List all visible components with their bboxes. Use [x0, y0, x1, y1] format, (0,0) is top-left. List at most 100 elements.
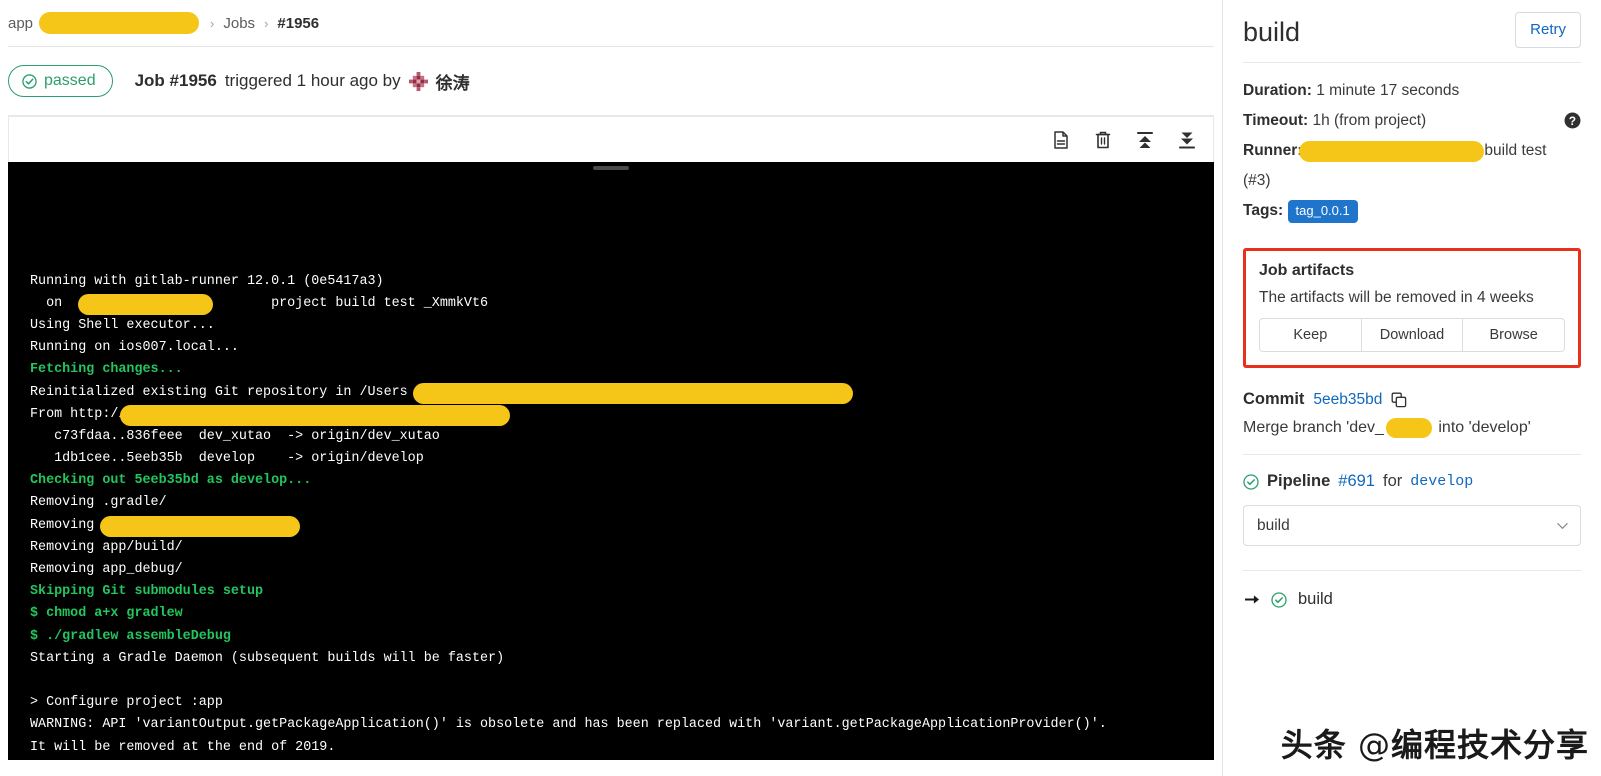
log-line: From http:// [30, 404, 1214, 426]
log-line: c73fdaa..836feee dev_xutao -> origin/dev… [30, 428, 440, 444]
copy-icon[interactable] [1391, 392, 1407, 408]
runner-row: Runner: build test [1243, 136, 1581, 166]
sidebar-job-name: build [1243, 17, 1301, 47]
trash-icon[interactable] [1093, 130, 1113, 150]
breadcrumb-separator-icon: › [210, 15, 215, 31]
stage-job-item[interactable]: build [1243, 571, 1581, 628]
duration-label: Duration: [1243, 82, 1312, 100]
keep-artifacts-button[interactable]: Keep [1259, 318, 1362, 353]
log-line: Removing app_debug/ [30, 562, 183, 578]
redacted-runner-name [1299, 140, 1485, 162]
commit-message-prefix: Merge branch 'dev_ [1243, 419, 1384, 437]
tags-row: Tags: tag_0.0.1 [1243, 196, 1581, 226]
tag-badge[interactable]: tag_0.0.1 [1287, 199, 1358, 223]
redacted-log-text [78, 293, 213, 315]
log-line: Running with gitlab-runner 12.0.1 (0e541… [30, 273, 384, 289]
artifacts-expiry-note: The artifacts will be removed in 4 weeks [1259, 289, 1534, 307]
pipeline-status-check-icon [1243, 474, 1259, 490]
redacted-log-text [413, 382, 853, 404]
pipeline-id-link[interactable]: #691 [1338, 472, 1375, 491]
log-line: Removing app/build/ [30, 539, 183, 555]
watermark-handle: 编程技术分享 [1390, 726, 1589, 764]
log-line: 1db1cee..5eeb35b develop -> origin/devel… [30, 451, 424, 467]
download-artifacts-button[interactable]: Download [1361, 318, 1464, 353]
commit-message: Merge branch 'dev_ into 'develop' [1243, 418, 1581, 439]
redacted-project-name [39, 12, 200, 34]
breadcrumb-root[interactable]: app [8, 15, 33, 32]
breadcrumb: app › Jobs › #1956 [0, 0, 1222, 46]
pipeline-block: Pipeline #691 for develop build [1243, 455, 1581, 547]
commit-label: Commit [1243, 390, 1305, 409]
commit-row: Commit 5eeb35bd [1243, 390, 1581, 409]
stage-job-list: build [1243, 571, 1581, 628]
job-header: passed Job #1956 triggered 1 hour ago by [0, 47, 1222, 115]
log-line: Skipping Git submodules setup [30, 584, 264, 600]
job-artifacts-panel: Job artifacts The artifacts will be remo… [1243, 248, 1581, 369]
commit-sha-link[interactable]: 5eeb35bd [1313, 391, 1382, 409]
redacted-branch-name [1385, 418, 1432, 439]
pipeline-label: Pipeline [1267, 472, 1331, 491]
log-line: Reinitialized existing Git repository in… [30, 382, 1214, 404]
log-line: Starting a Gradle Daemon (subsequent bui… [30, 650, 505, 666]
log-line: $ ./gradlew assembleDebug [30, 628, 231, 644]
log-line: WARNING: API 'variantOutput.getPackageAp… [30, 717, 1107, 733]
runner-id-row: (#3) [1243, 166, 1581, 196]
raw-log-icon[interactable] [1051, 130, 1071, 150]
status-badge: passed [8, 65, 113, 97]
svg-text:?: ? [1569, 115, 1576, 128]
watermark-brand: 头条 [1280, 726, 1347, 764]
avatar[interactable] [408, 71, 428, 91]
status-badge-label: passed [44, 72, 96, 89]
main-content: app › Jobs › #1956 passed Job #1956 trig… [0, 0, 1222, 776]
tags-label: Tags: [1243, 202, 1284, 220]
artifacts-button-group: Keep Download Browse [1259, 318, 1566, 353]
log-toolbar [8, 116, 1214, 162]
sidebar-meta: Duration: 1 minute 17 seconds Timeout: 1… [1243, 63, 1581, 234]
timeout-value: 1h (from project) [1312, 112, 1427, 130]
stage-job-name: build [1298, 590, 1333, 609]
pipeline-branch-link[interactable]: develop [1410, 473, 1473, 490]
log-line: > Configure project :app [30, 695, 223, 711]
timeout-row: Timeout: 1h (from project) ? [1243, 106, 1581, 136]
browse-artifacts-button[interactable]: Browse [1463, 318, 1566, 353]
commit-message-suffix: into 'develop' [1433, 419, 1531, 437]
timeout-label: Timeout: [1243, 112, 1309, 130]
log-line: Removing .gradle/ [30, 495, 167, 511]
job-title-meta: triggered 1 hour ago by [224, 71, 401, 90]
log-line: Fetching changes... [30, 362, 183, 378]
stage-select[interactable]: build [1243, 505, 1581, 547]
log-line: It will be removed at the end of 2019. [30, 739, 336, 755]
pipeline-row: Pipeline #691 for develop [1243, 472, 1581, 491]
arrow-right-icon [1245, 595, 1259, 605]
redacted-log-text [100, 515, 300, 537]
job-page: app › Jobs › #1956 passed Job #1956 trig… [0, 0, 1601, 776]
log-line: Using Shell executor... [30, 317, 215, 333]
check-circle-icon [22, 73, 37, 89]
job-log-lines: Running with gitlab-runner 12.0.1 (0e541… [30, 271, 1214, 760]
commit-block: Commit 5eeb35bd Merge branch 'dev_ into … [1243, 368, 1581, 454]
runner-value: build test [1484, 142, 1547, 160]
scroll-to-bottom-icon[interactable] [1177, 130, 1197, 150]
scroll-to-top-icon[interactable] [1135, 130, 1155, 150]
artifacts-title: Job artifacts [1259, 262, 1355, 280]
runner-label: Runner: [1243, 142, 1303, 160]
watermark-at: @ [1346, 726, 1391, 764]
log-line: Checking out 5eeb35bd as develop... [30, 473, 312, 489]
breadcrumb-job-id[interactable]: #1956 [277, 15, 319, 32]
breadcrumb-jobs[interactable]: Jobs [223, 15, 255, 32]
retry-button[interactable]: Retry [1515, 12, 1581, 48]
terminal-scrollbar[interactable] [593, 166, 629, 170]
log-line: $ chmod a+x gradlew [30, 606, 183, 622]
job-log-terminal[interactable]: Running with gitlab-runner 12.0.1 (0e541… [8, 162, 1214, 760]
sidebar-header: build Retry [1243, 0, 1581, 62]
job-title: Job #1956 triggered 1 hour ago by 徐涛 [135, 69, 470, 94]
log-line: Running on ios007.local... [30, 340, 239, 356]
log-line: Removing d/ [30, 515, 1214, 537]
duration-value: 1 minute 17 seconds [1316, 82, 1460, 100]
duration-row: Duration: 1 minute 17 seconds [1243, 76, 1581, 106]
job-author[interactable]: 徐涛 [436, 69, 470, 94]
help-icon[interactable]: ? [1564, 112, 1581, 129]
log-line: For more information, see https://d.andr… [30, 759, 1214, 760]
pipeline-for-label: for [1383, 472, 1403, 491]
stage-select-wrapper: build [1243, 505, 1581, 547]
